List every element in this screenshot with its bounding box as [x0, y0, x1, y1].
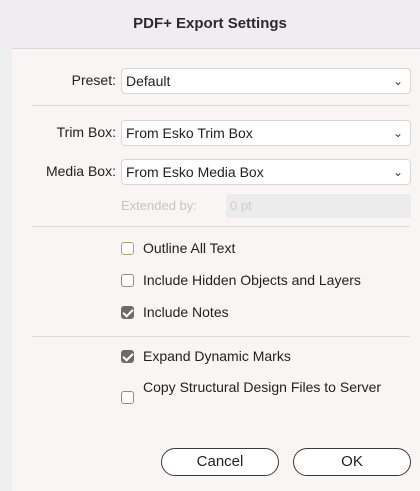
preset-value: Default	[126, 73, 171, 89]
include-notes-label: Include Notes	[143, 304, 229, 320]
trim-box-label: Trim Box:	[56, 124, 116, 140]
extended-by-field: 0 pt	[226, 194, 411, 218]
chevron-down-icon: ⌄	[392, 126, 403, 140]
divider	[32, 226, 410, 227]
checkmark-icon[interactable]	[121, 350, 134, 363]
cancel-button[interactable]: Cancel	[161, 448, 279, 476]
expand-dynamic-marks-label: Expand Dynamic Marks	[143, 348, 291, 364]
checkbox-box[interactable]	[121, 242, 134, 255]
media-box-label: Media Box:	[45, 163, 116, 179]
divider	[32, 105, 410, 106]
preset-label: Preset:	[71, 72, 116, 88]
include-hidden-label: Include Hidden Objects and Layers	[143, 272, 361, 288]
outline-all-text-label: Outline All Text	[143, 240, 236, 256]
chevron-down-icon: ⌄	[392, 165, 403, 179]
extended-by-label: Extended by:	[121, 198, 197, 213]
preset-select[interactable]: Default ⌄	[121, 68, 411, 94]
checkbox-box[interactable]	[121, 274, 134, 287]
trim-box-value: From Esko Trim Box	[126, 125, 253, 141]
copy-structural-label: Copy Structural Design Files to Server	[143, 379, 382, 395]
export-settings-dialog: PDF+ Export Settings Preset: Default ⌄ T…	[0, 0, 420, 491]
trim-box-select[interactable]: From Esko Trim Box ⌄	[121, 120, 411, 146]
title-bar: PDF+ Export Settings	[0, 0, 420, 49]
chevron-down-icon: ⌄	[392, 74, 403, 88]
divider	[32, 336, 410, 337]
media-box-value: From Esko Media Box	[126, 164, 264, 180]
media-box-select[interactable]: From Esko Media Box ⌄	[121, 159, 411, 185]
dialog-title: PDF+ Export Settings	[133, 15, 287, 32]
window-edge	[0, 48, 12, 491]
checkbox-box[interactable]	[121, 391, 134, 404]
ok-button[interactable]: OK	[293, 448, 411, 476]
checkmark-icon[interactable]	[121, 306, 134, 319]
